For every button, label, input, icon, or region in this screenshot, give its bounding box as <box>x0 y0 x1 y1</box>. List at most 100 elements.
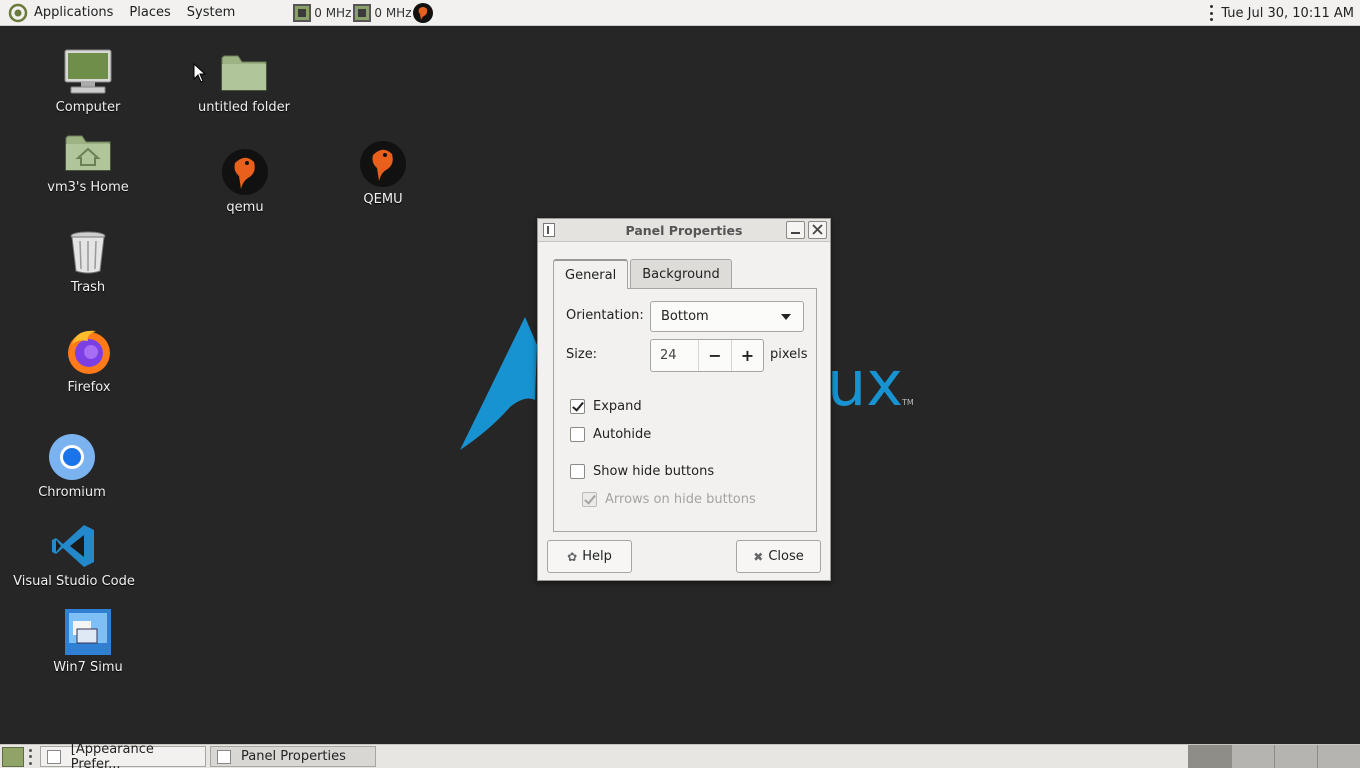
taskbar-item-appearance-preferences[interactable]: [Appearance Prefer... <box>40 742 206 768</box>
system-menu[interactable]: System <box>179 0 243 26</box>
checkbox-checked-icon <box>570 399 585 414</box>
size-input[interactable]: 24 <box>651 340 699 371</box>
mouse-cursor-icon <box>193 63 207 83</box>
minimize-button[interactable] <box>786 221 805 239</box>
applications-menu[interactable]: Applications <box>0 0 121 26</box>
workspace-switcher <box>1188 745 1360 768</box>
tab-general[interactable]: General <box>553 259 629 289</box>
autohide-label: Autohide <box>593 427 652 442</box>
size-decrement-button[interactable]: − <box>699 340 731 371</box>
close-icon: ✖ <box>753 549 764 564</box>
general-tab-panel: Orientation: Bottom Size: 24 − + pixels … <box>553 288 817 532</box>
desktop-icon-label: vm3's Home <box>47 180 129 195</box>
desktop-icon-label: QEMU <box>363 192 403 207</box>
panel-handle-icon[interactable] <box>29 748 35 765</box>
cpu2-value: 0 MHz <box>374 5 412 20</box>
close-button-label: Close <box>768 549 804 564</box>
system-menu-label: System <box>186 5 236 20</box>
cpu-chip-icon <box>293 3 312 22</box>
top-right-area: Tue Jul 30, 10:11 AM <box>1207 0 1360 26</box>
window-menu-icon[interactable] <box>543 223 555 237</box>
close-button[interactable]: ✖ Close <box>736 540 821 573</box>
desktop-icon-home[interactable]: vm3's Home <box>23 126 153 195</box>
workspace-3[interactable] <box>1274 745 1317 768</box>
qemu-icon <box>360 141 406 187</box>
orientation-label: Orientation: <box>566 308 644 323</box>
firefox-icon <box>68 330 110 374</box>
top-panel: Applications Places System 0 MHz 0 MHz T… <box>0 0 1360 26</box>
desktop-icon-qemu-upper[interactable]: QEMU <box>318 138 448 207</box>
svg-text:TM: TM <box>901 398 914 407</box>
close-window-button[interactable] <box>808 221 827 239</box>
show-desktop-icon[interactable] <box>2 746 24 767</box>
desktop-icon-label: Trash <box>70 280 106 295</box>
vscode-icon <box>52 525 94 567</box>
places-menu-label: Places <box>129 5 171 20</box>
clock[interactable]: Tue Jul 30, 10:11 AM <box>1221 6 1360 21</box>
checkbox-checked-icon <box>582 492 597 507</box>
places-menu[interactable]: Places <box>121 0 178 26</box>
bottom-panel: [Appearance Prefer... Panel Properties <box>0 742 1360 768</box>
show-hide-buttons-checkbox[interactable]: Show hide buttons <box>570 464 714 479</box>
desktop-icon-vscode[interactable]: Visual Studio Code <box>9 520 139 589</box>
win7-icon <box>65 609 111 655</box>
wallpaper-text: ux <box>827 347 903 420</box>
size-increment-button[interactable]: + <box>731 340 763 371</box>
folder-icon <box>221 55 267 91</box>
panel-handle-icon[interactable] <box>1207 5 1215 21</box>
size-unit-label: pixels <box>770 347 808 362</box>
cpu-frequency-applet-1[interactable]: 0 MHz <box>293 0 351 26</box>
desktop-icon-firefox[interactable]: Firefox <box>24 326 154 395</box>
dropdown-arrow-icon <box>781 314 791 320</box>
help-button-label: Help <box>582 549 612 564</box>
appearance-preferences-icon <box>47 749 61 764</box>
desktop-icon-trash[interactable]: Trash <box>23 226 153 295</box>
desktop-icon-label: qemu <box>226 200 264 215</box>
help-button[interactable]: ✿ Help <box>547 540 632 573</box>
orientation-select[interactable]: Bottom <box>650 301 804 332</box>
applications-menu-label: Applications <box>34 5 114 20</box>
desktop-icon-chromium[interactable]: Chromium <box>7 431 137 500</box>
dialog-title: Panel Properties <box>625 222 743 238</box>
checkbox-unchecked-icon <box>570 427 585 442</box>
mate-logo-icon <box>8 3 28 22</box>
desktop-icon-label: Chromium <box>38 485 106 500</box>
desktop-icon-label: Visual Studio Code <box>13 574 135 589</box>
tab-background[interactable]: Background <box>630 259 732 288</box>
desktop-icon-computer[interactable]: Computer <box>23 46 153 115</box>
autohide-checkbox[interactable]: Autohide <box>570 427 651 442</box>
task-label: Panel Properties <box>241 749 346 764</box>
size-spinbutton: 24 − + <box>650 339 764 372</box>
taskbar-item-panel-properties[interactable]: Panel Properties <box>210 746 376 767</box>
help-icon: ✿ <box>567 549 578 564</box>
arrows-on-hide-buttons-label: Arrows on hide buttons <box>605 492 756 507</box>
workspace-2[interactable] <box>1231 745 1274 768</box>
cpu-frequency-applet-2[interactable]: 0 MHz <box>353 0 412 26</box>
desktop-icon-win7-simu[interactable]: Win7 Simu <box>23 606 153 675</box>
computer-icon <box>64 49 112 94</box>
panel-properties-icon <box>217 749 231 764</box>
arrows-on-hide-buttons-checkbox: Arrows on hide buttons <box>582 492 756 507</box>
workspace-1[interactable] <box>1188 745 1231 768</box>
cpu1-value: 0 MHz <box>314 5 352 20</box>
show-hide-buttons-label: Show hide buttons <box>593 464 715 479</box>
close-icon <box>812 224 823 235</box>
trash-icon <box>70 231 106 274</box>
size-label: Size: <box>566 347 598 362</box>
dialog-tabs: General Background <box>553 259 734 289</box>
cpu-chip-icon <box>353 3 372 22</box>
chromium-icon <box>49 434 95 480</box>
workspace-4[interactable] <box>1317 745 1360 768</box>
desktop-icon-qemu-lower[interactable]: qemu <box>180 146 310 215</box>
panel-properties-dialog: Panel Properties General Background Orie… <box>537 218 831 581</box>
qemu-tray-icon[interactable] <box>412 2 434 24</box>
dialog-titlebar[interactable]: Panel Properties <box>538 219 830 242</box>
desktop-icon-label: Win7 Simu <box>53 660 123 675</box>
home-folder-icon <box>65 135 111 171</box>
desktop-icon-label: untitled folder <box>197 100 290 115</box>
expand-checkbox[interactable]: Expand <box>570 399 642 414</box>
task-label: [Appearance Prefer... <box>70 741 154 768</box>
desktop-icon-label: Computer <box>55 100 121 115</box>
orientation-value: Bottom <box>661 309 709 324</box>
checkbox-unchecked-icon <box>570 464 585 479</box>
